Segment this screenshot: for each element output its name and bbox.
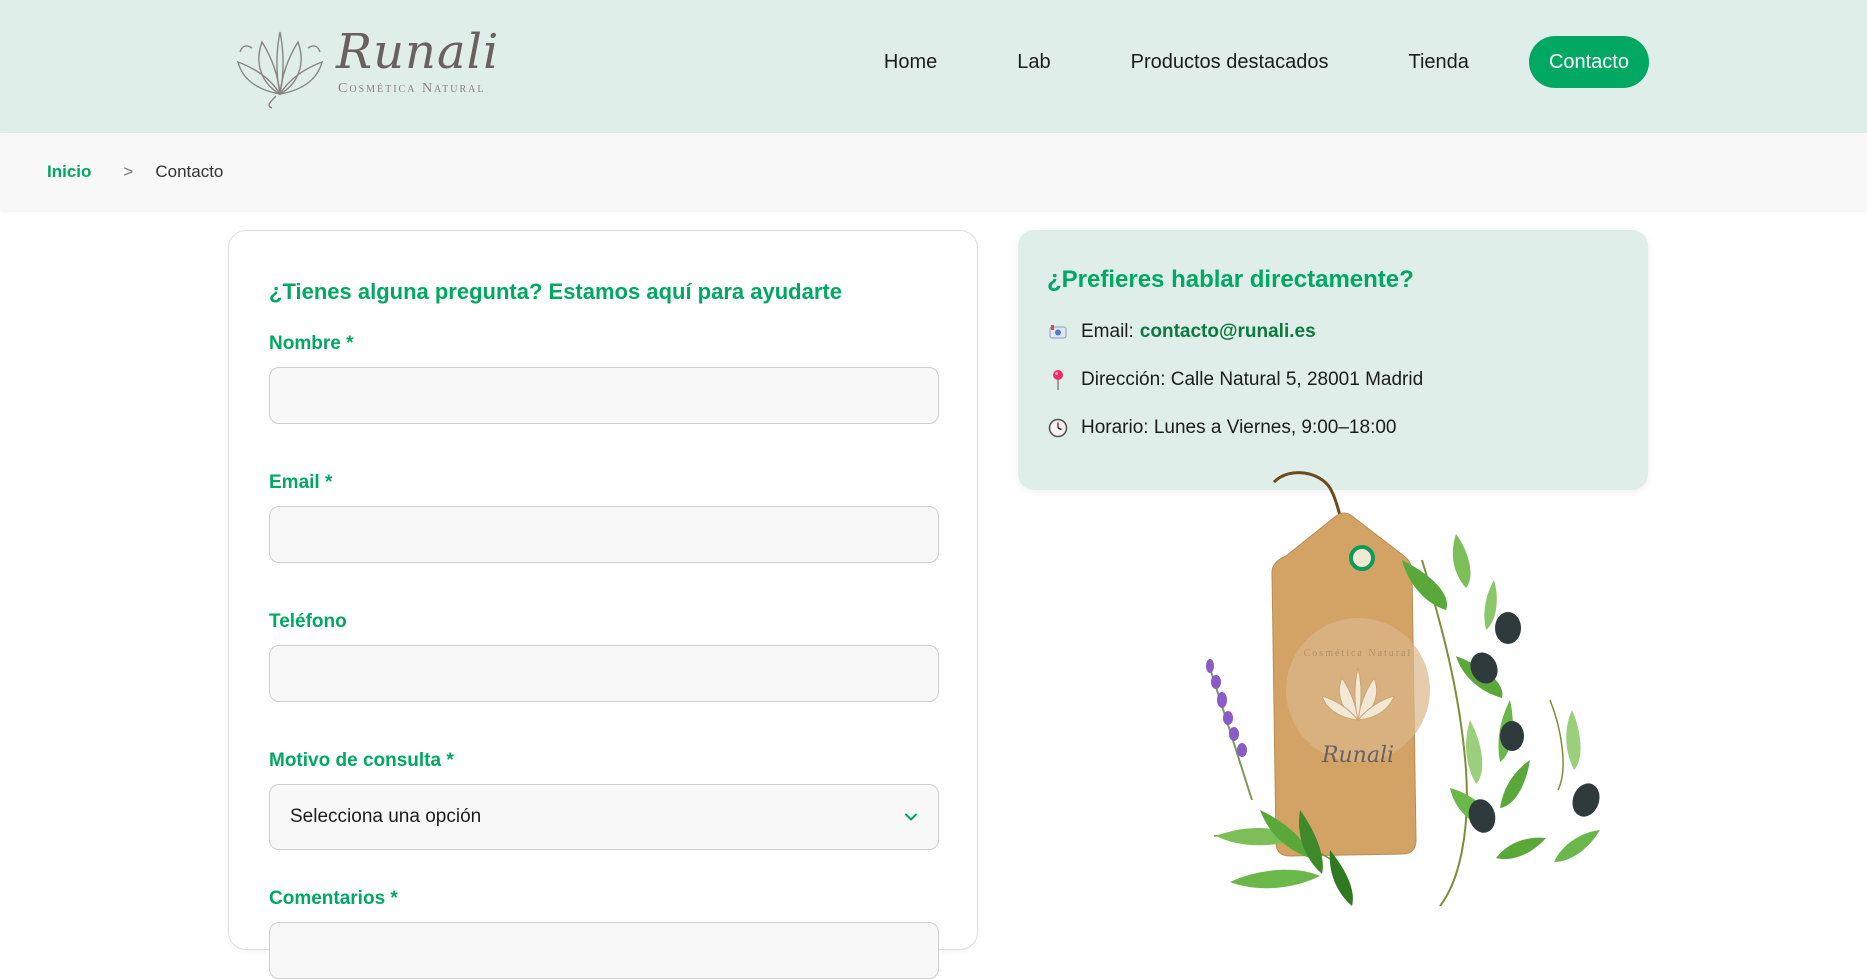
contact-hours-line: Horario: Lunes a Viernes, 9:00–18:00 [1047,416,1619,440]
name-label: Nombre * [269,333,354,354]
reason-select-value: Selecciona una opción [290,806,482,827]
contact-form-card: ¿Tienes alguna pregunta? Estamos aquí pa… [228,230,978,979]
comments-textarea[interactable] [269,922,939,979]
nav-contact-button[interactable]: Contacto [1528,36,1649,88]
breadcrumb: Inicio > Contacto [0,133,1867,210]
email-prefix: Email: [1081,321,1134,342]
form-title: ¿Tienes alguna pregunta? Estamos aquí pa… [269,279,842,304]
nav-featured-products[interactable]: Productos destacados [1131,51,1329,74]
direct-contact-title: ¿Prefieres hablar directamente? [1047,266,1414,293]
contact-address: Dirección: Calle Natural 5, 28001 Madrid [1081,369,1424,390]
breadcrumb-current: Contacto [155,161,224,181]
nav-shop[interactable]: Tienda [1409,51,1469,74]
chevron-down-icon [905,813,917,821]
brand-name: Runali [336,24,500,80]
mailbox-icon [1047,321,1069,343]
nav-home[interactable]: Home [884,51,937,74]
email-label: Email * [269,472,333,493]
clock-icon [1047,417,1069,439]
brand-logo[interactable]: Runali Cosmética Natural [232,24,502,110]
breadcrumb-separator: > [123,161,134,181]
name-input[interactable] [269,367,939,424]
tag-brand-subtext: Cosmética Natural [1304,648,1413,659]
olive-branch-right [1402,534,1600,906]
reason-select[interactable]: Selecciona una opción [269,784,939,850]
phone-label: Teléfono [269,611,347,632]
contact-address-line: Dirección: Calle Natural 5, 28001 Madrid [1047,368,1619,392]
main-nav: Home Lab Productos destacados Tienda Con… [884,36,1649,88]
pin-icon [1047,369,1069,391]
tag-brand-text: Runali [1321,743,1394,768]
tag-hole [1349,545,1375,571]
direct-contact-card: ¿Prefieres hablar directamente? Email: c… [1018,230,1648,490]
contact-hours: Horario: Lunes a Viernes, 9:00–18:00 [1081,417,1397,438]
contact-email-link[interactable]: contacto@runali.es [1140,321,1316,343]
contact-email-line: Email: contacto@runali.es [1047,320,1619,344]
brand-tagline: Cosmética Natural [338,81,486,96]
site-header: Runali Cosmética Natural Home Lab Produc… [0,0,1867,133]
lotus-logo-icon [236,31,324,109]
email-input[interactable] [269,506,939,563]
comments-label: Comentarios * [269,888,398,909]
breadcrumb-home-link[interactable]: Inicio [47,162,91,182]
brand-tag-illustration: Runali Cosmética Natural [1206,471,1600,906]
phone-input[interactable] [269,645,939,702]
nav-lab[interactable]: Lab [1017,51,1050,74]
reason-label: Motivo de consulta * [269,750,454,771]
lavender-sprig [1206,659,1253,801]
